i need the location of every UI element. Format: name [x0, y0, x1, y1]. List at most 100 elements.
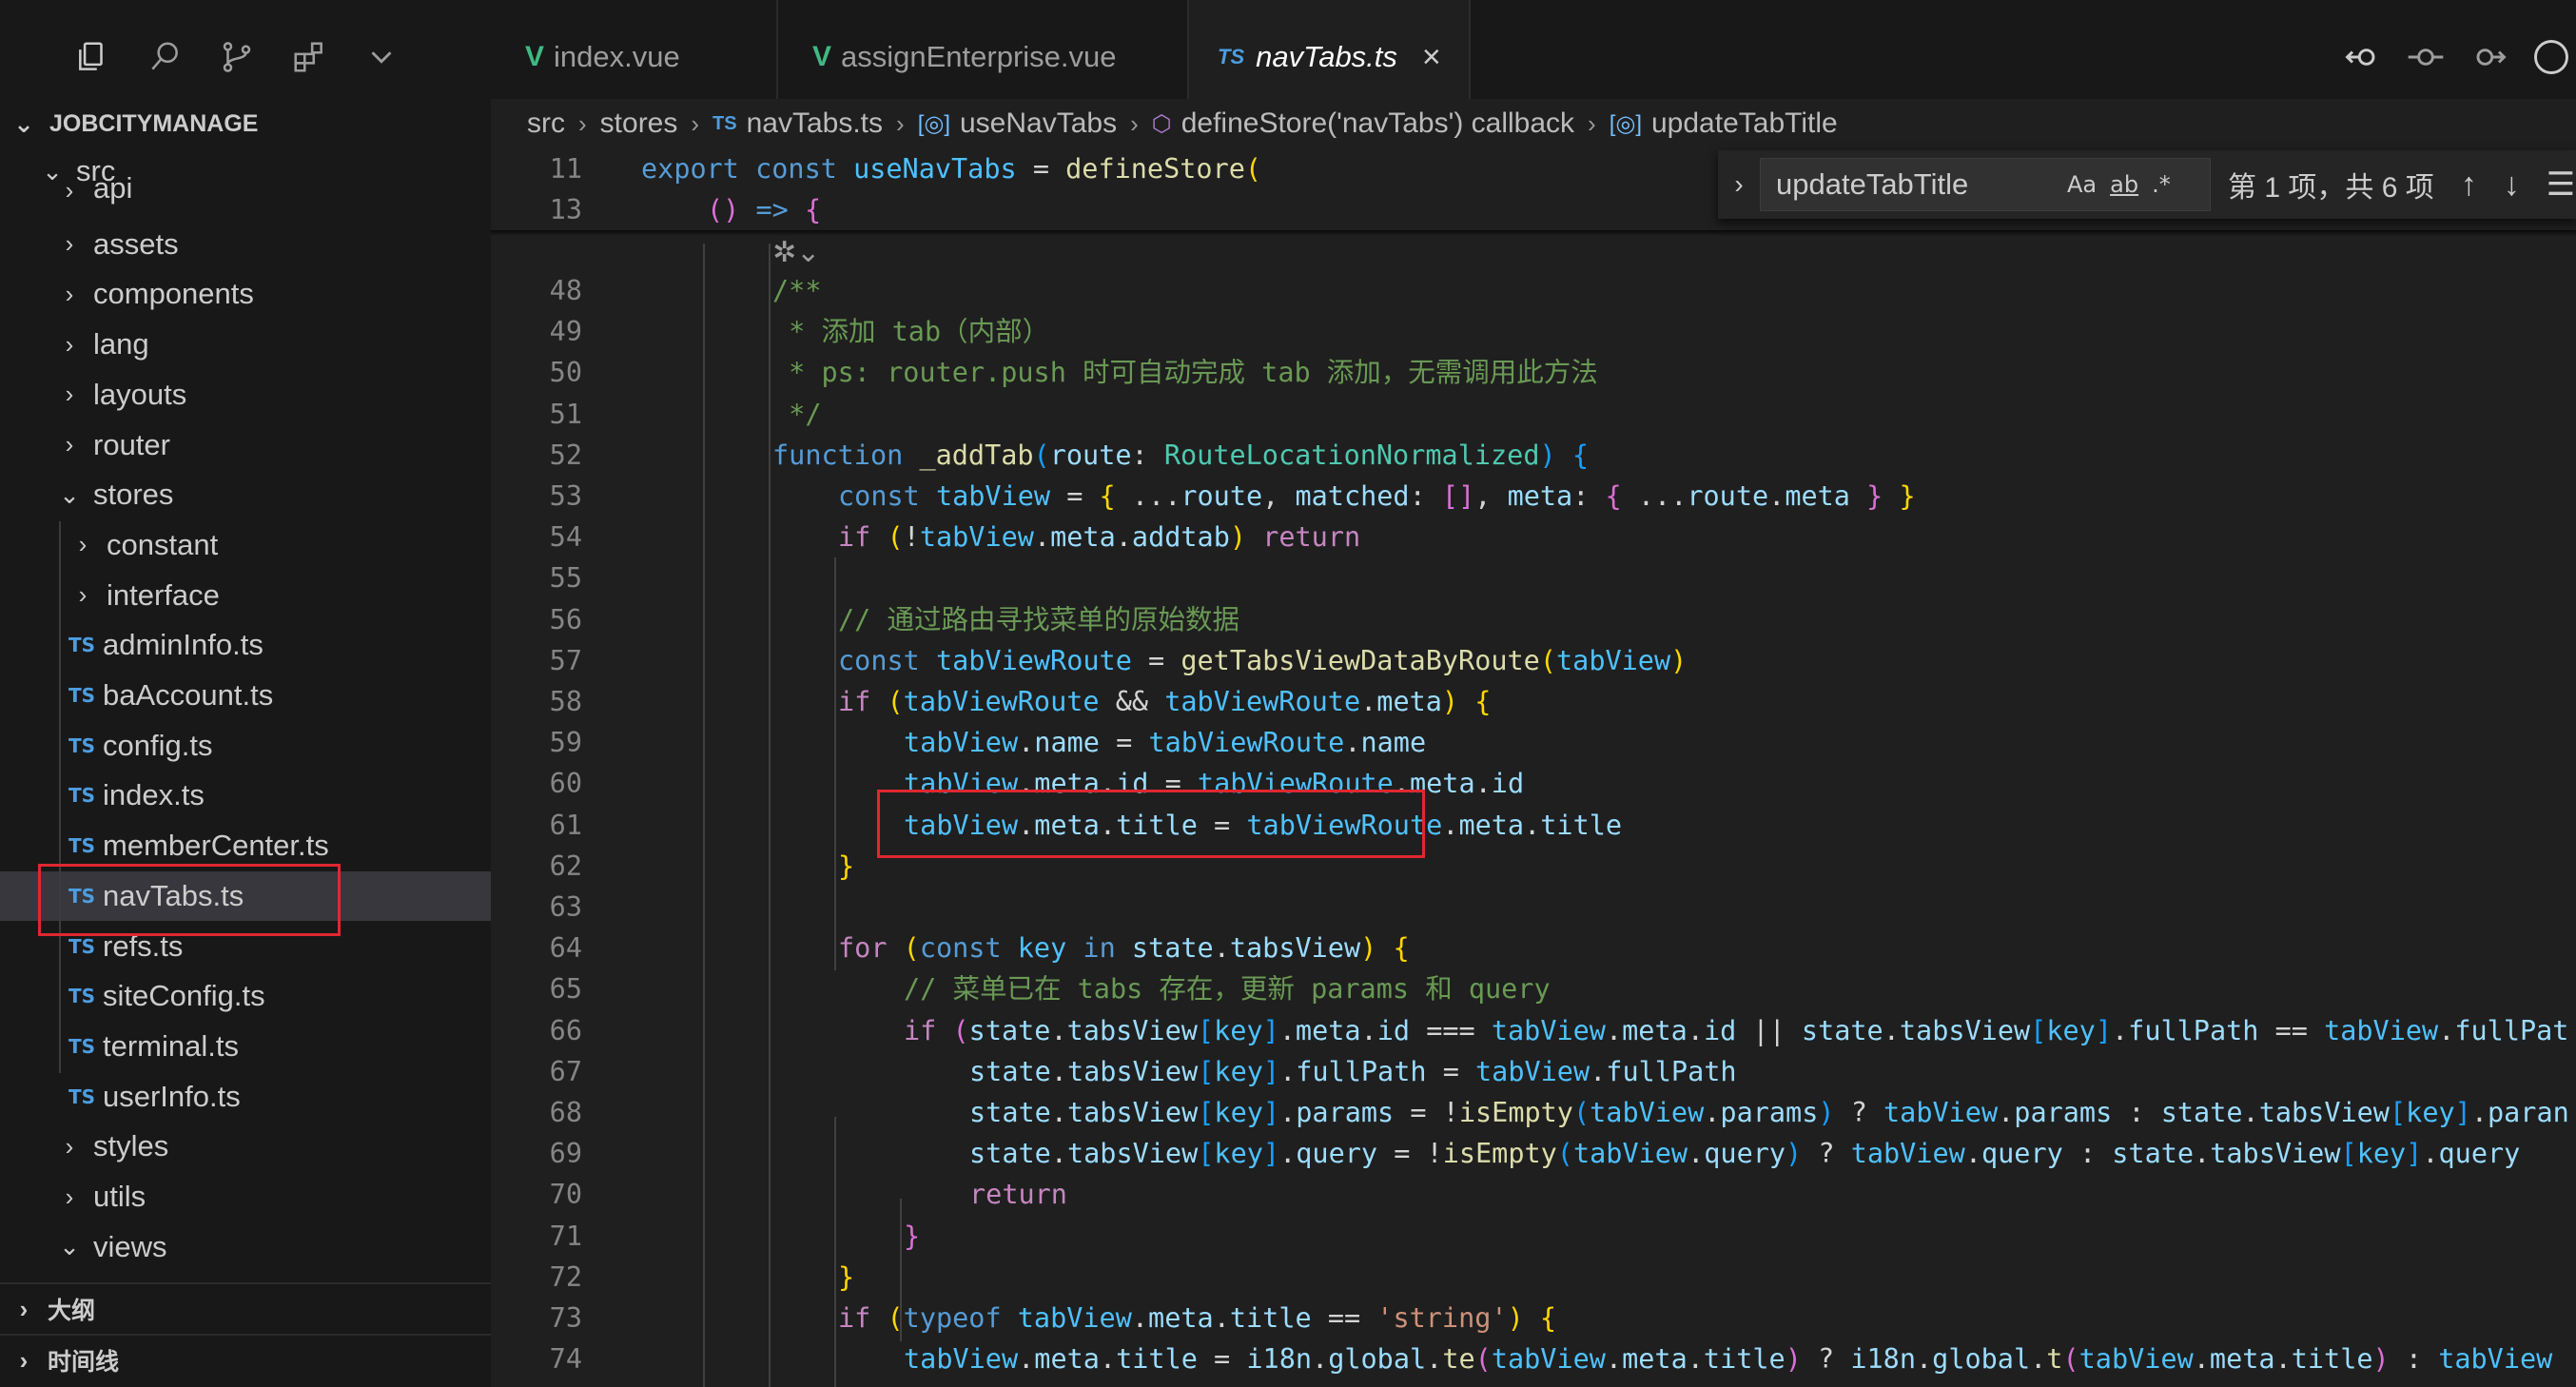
folder-item[interactable]: › styles [0, 1122, 491, 1171]
breadcrumb-item[interactable]: src [527, 107, 565, 140]
match-case-toggle[interactable]: Aa [2067, 171, 2097, 198]
explorer-icon[interactable] [68, 33, 116, 81]
tab-navtabs-ts[interactable]: TS navTabs.ts × [1189, 0, 1471, 114]
code-token: . [2030, 1343, 2047, 1376]
code-token: tabView [1491, 1014, 1606, 1046]
code-token: { [804, 194, 822, 225]
find-input[interactable] [1774, 166, 2054, 203]
code-token: meta [1622, 1343, 1688, 1376]
code-token: key [2046, 1014, 2096, 1046]
regex-toggle[interactable]: .* [2152, 171, 2171, 198]
breadcrumb-item[interactable]: stores [600, 107, 678, 140]
file-item[interactable]: TS adminInfo.ts [0, 620, 491, 670]
file-item[interactable]: TS baAccount.ts [0, 671, 491, 720]
code-token: t [2046, 1343, 2063, 1376]
folder-item[interactable]: ⌄ stores [0, 470, 491, 519]
outline-section[interactable]: › 大纲 [0, 1282, 491, 1334]
breadcrumb-item[interactable]: defineStore('navTabs') callback [1181, 107, 1574, 140]
folder-item[interactable]: › layouts [0, 370, 491, 420]
file-item[interactable]: TS terminal.ts [0, 1022, 491, 1071]
line-source: */ [772, 394, 821, 435]
code-token: . [1213, 1302, 1230, 1334]
close-icon[interactable]: × [1422, 39, 1441, 76]
tree-item-label: layouts [93, 377, 187, 411]
line-number: 53 [549, 480, 582, 512]
folder-item[interactable]: › constant [0, 520, 491, 570]
whole-word-toggle[interactable]: ab [2110, 171, 2138, 198]
code-token: useNavTabs [853, 153, 1017, 185]
editor-tab-bar: V index.vue V assignEnterprise.vue TS na… [491, 0, 2576, 114]
timeline-section[interactable]: › 时间线 [0, 1334, 491, 1385]
line-number: 69 [549, 1138, 582, 1170]
code-token: } [904, 1220, 921, 1252]
code-token: state [969, 1097, 1051, 1128]
code-token: ? [1834, 1097, 1884, 1128]
chevron-down-icon[interactable] [358, 33, 405, 81]
folder-item[interactable]: › api [0, 177, 491, 205]
code-token: ] [1262, 1055, 1280, 1087]
go-forward-icon[interactable] [2468, 36, 2509, 78]
code-token: state [2112, 1138, 2195, 1170]
code-line: 73 if (typeof tabView.meta.title == 'stri… [491, 1298, 2576, 1338]
code-editor[interactable]: 48/** 49 * 添加 tab（内部） 50 * ps: router.push… [491, 148, 2576, 1387]
chevron-down-icon: ⌄ [13, 108, 34, 138]
folder-item[interactable]: › components [0, 269, 491, 319]
line-source: state.tabsView[key].params = !isEmpty(ta… [969, 1092, 2569, 1133]
git-commit-icon[interactable] [2405, 36, 2447, 78]
code-token: meta [1034, 1343, 1100, 1376]
code-token: . [1050, 1097, 1067, 1128]
explorer-root-folder[interactable]: ⌄ JOBCITYMANAGE [0, 103, 491, 145]
search-icon[interactable] [141, 33, 188, 81]
code-token: : [2389, 1343, 2439, 1376]
folder-item[interactable]: › router [0, 420, 491, 470]
code-line: 55 [491, 557, 2576, 598]
folder-item[interactable]: ⌄ views [0, 1222, 491, 1272]
folder-item[interactable]: › utils [0, 1172, 491, 1221]
find-in-selection-icon[interactable]: ☰ [2547, 166, 2575, 204]
code-token: 'string' [1376, 1302, 1508, 1334]
extensions-icon[interactable] [285, 33, 333, 81]
go-back-icon[interactable] [2342, 36, 2384, 78]
breadcrumb-item[interactable]: updateTabTitle [1651, 107, 1838, 140]
line-source: if (typeof tabView.meta.title == 'string… [838, 1298, 1556, 1338]
chevron-right-icon: › [65, 1131, 74, 1161]
more-actions-icon[interactable] [2530, 36, 2572, 78]
code-token: . [2111, 1014, 2129, 1046]
code-token: [ [1198, 1097, 1215, 1128]
line-number: 64 [549, 932, 582, 965]
breadcrumb-item[interactable]: useNavTabs [960, 107, 1117, 140]
toggle-replace-icon[interactable]: › [1718, 169, 1760, 200]
file-item[interactable]: TS userInfo.ts [0, 1072, 491, 1122]
symbol-method-icon: ⬡ [1151, 110, 1172, 137]
folder-item[interactable]: › lang [0, 320, 491, 369]
line-number: 49 [549, 316, 582, 348]
code-token: tabView [2324, 1014, 2439, 1046]
source-control-icon[interactable] [213, 33, 261, 81]
line-source: * 添加 tab（内部） [772, 311, 1049, 352]
code-token: , [1262, 480, 1296, 512]
code-token: */ [772, 398, 822, 430]
breadcrumb-item[interactable]: navTabs.ts [747, 107, 883, 140]
code-token: meta [1148, 1302, 1214, 1334]
copilot-icon[interactable]: ✲⌄ [772, 236, 820, 269]
file-item[interactable]: TS config.ts [0, 721, 491, 771]
code-token: fullPath [1296, 1055, 1427, 1087]
explorer-sidebar: ⌄ JOBCITYMANAGE ⌄ src › api › assets › componen… [0, 0, 491, 1387]
folder-item[interactable]: › interface [0, 571, 491, 620]
code-token: ? [1801, 1343, 1851, 1376]
file-item[interactable]: TS index.ts [0, 771, 491, 820]
code-token: tabView [1590, 1097, 1705, 1128]
code-token: te [1442, 1343, 1475, 1376]
file-item[interactable]: TS siteConfig.ts [0, 971, 491, 1021]
code-token: ( [887, 686, 904, 717]
ts-file-icon: TS [1218, 45, 1245, 68]
tab-assign-enterprise-vue[interactable]: V assignEnterprise.vue [778, 0, 1189, 114]
arrow-down-icon[interactable]: ↓ [2504, 166, 2520, 204]
tab-label: index.vue [554, 40, 680, 73]
arrow-up-icon[interactable]: ↑ [2461, 166, 2477, 204]
tab-index-vue[interactable]: V index.vue [491, 0, 778, 114]
folder-item[interactable]: › assets [0, 220, 491, 269]
code-token: const [755, 153, 854, 185]
code-token: } [838, 1260, 855, 1293]
